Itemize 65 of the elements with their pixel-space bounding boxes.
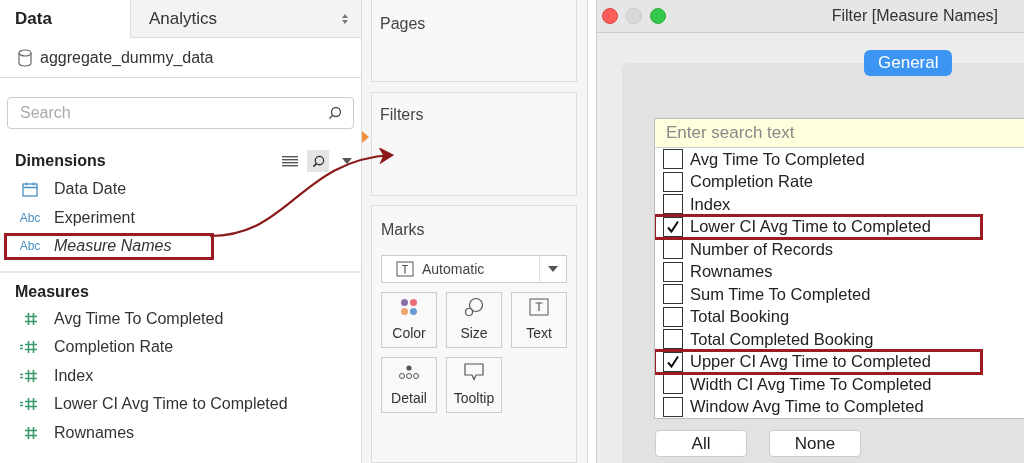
section-heading: Measures: [14, 281, 90, 302]
field-item[interactable]: Completion Rate: [54, 335, 174, 360]
checkbox[interactable]: [663, 239, 683, 260]
field-item[interactable]: Data Date: [54, 177, 127, 202]
checkbox[interactable]: [663, 374, 683, 395]
field-item[interactable]: Rownames: [54, 420, 135, 445]
calculated-number-icon: [20, 368, 38, 383]
text-mark-icon: [396, 261, 414, 277]
checkbox[interactable]: [663, 261, 683, 282]
field-item[interactable]: Lower CI Avg Time to Completed: [54, 392, 288, 417]
filters-shelf[interactable]: Filters: [371, 92, 577, 196]
checkbox[interactable]: [663, 216, 683, 237]
number-sign-icon: [24, 425, 38, 440]
mark-card-button[interactable]: Color: [381, 292, 437, 348]
detail-dots-icon: [398, 363, 420, 380]
checkbox[interactable]: [663, 351, 683, 372]
window-title: Filter [Measure Names]: [831, 6, 998, 26]
search-field[interactable]: Enter search text: [655, 119, 1024, 148]
list-button[interactable]: None: [769, 430, 861, 457]
checkbox[interactable]: [663, 149, 683, 170]
field-item[interactable]: Avg Time To Completed: [54, 306, 224, 331]
list-item-label[interactable]: Window Avg Time to Completed: [690, 394, 924, 418]
string-type-label: Abc: [19, 238, 41, 256]
checkbox[interactable]: [663, 171, 683, 192]
checkbox[interactable]: [663, 329, 683, 350]
mark-card-button[interactable]: Text: [511, 292, 567, 348]
field-item[interactable]: Experiment: [54, 205, 135, 230]
field-item[interactable]: Measure Names: [54, 234, 172, 259]
number-sign-icon: [24, 311, 38, 326]
checkbox[interactable]: [663, 396, 683, 417]
calendar-icon: [22, 181, 38, 197]
mark-card-button[interactable]: Size: [446, 292, 502, 348]
shelf-title: Pages: [380, 15, 426, 32]
list-item-label[interactable]: Avg Time To Completed: [690, 146, 865, 172]
mark-card-button[interactable]: Tooltip: [446, 357, 502, 413]
shelf-title: Marks: [381, 220, 426, 240]
pages-shelf[interactable]: Pages: [371, 0, 577, 82]
speech-bubble-icon: [464, 362, 484, 381]
field-item[interactable]: Index: [54, 363, 94, 388]
string-type-label: Abc: [19, 209, 41, 227]
calculated-number-icon: [20, 397, 38, 412]
checkbox[interactable]: [663, 284, 683, 305]
search-icon: [311, 154, 325, 168]
mark-card-button[interactable]: Detail: [381, 357, 437, 413]
list-view-icon[interactable]: [281, 154, 299, 168]
dropdown-arrow-icon[interactable]: [341, 157, 353, 165]
list-button[interactable]: All: [655, 430, 747, 457]
section-heading: Dimensions: [15, 151, 107, 171]
search-field[interactable]: Search: [7, 97, 354, 129]
mark-type-dropdown[interactable]: Automatic: [381, 255, 567, 283]
search-icon: [328, 106, 342, 120]
calculated-number-icon: [20, 340, 38, 355]
size-circles-icon: [464, 296, 484, 317]
stepper-icon: [341, 12, 349, 25]
color-dots-icon: [400, 297, 418, 316]
data-source-name[interactable]: aggregate_dummy_data: [40, 45, 214, 70]
shelf-title: Filters: [380, 106, 424, 123]
text-mark-icon: [529, 297, 549, 316]
checkbox[interactable]: [663, 306, 683, 327]
dropdown-arrow-icon: [548, 266, 558, 272]
find-field-button[interactable]: [307, 150, 329, 172]
close-button[interactable]: [602, 8, 618, 24]
tab[interactable]: Analytics: [130, 0, 361, 38]
database-icon: [18, 48, 32, 67]
checkbox[interactable]: [663, 194, 683, 215]
